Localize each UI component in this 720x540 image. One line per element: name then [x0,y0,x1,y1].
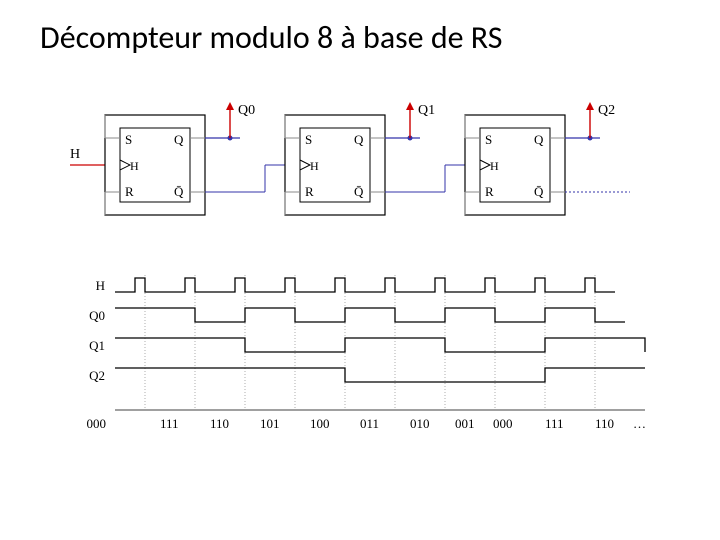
waveform-q1 [115,338,645,352]
svg-text:001: 001 [455,416,475,431]
svg-text:100: 100 [310,416,330,431]
svg-text:Q: Q [354,132,364,147]
input-label: H [70,147,80,162]
svg-text:H: H [130,159,139,173]
svg-text:Q: Q [174,132,184,147]
svg-text:110: 110 [595,416,614,431]
clock-edge-icon [300,160,310,170]
svg-text:Q̄: Q̄ [174,184,184,199]
waveform-h [115,278,615,292]
svg-text:Q̄: Q̄ [354,184,364,199]
svg-text:010: 010 [410,416,430,431]
signal-label-q0: Q0 [89,308,105,323]
svg-text:000: 000 [493,416,513,431]
svg-text:110: 110 [210,416,229,431]
svg-text:H: H [490,159,499,173]
svg-text:111: 111 [160,416,179,431]
svg-text:R: R [485,184,494,199]
svg-text:011: 011 [360,416,379,431]
output-q2: Q2 [598,103,615,118]
svg-text:R: R [305,184,314,199]
svg-text:101: 101 [260,416,280,431]
svg-text:H: H [310,159,319,173]
svg-text:S: S [125,132,132,147]
circuit-diagram: H S R Q Q̄ H Q0 S R Q Q̄ H [70,100,660,230]
signal-label-q2: Q2 [89,368,105,383]
waveform-q0 [115,308,625,322]
timing-diagram: H Q0 Q1 Q2 Q2Q1Q0 = 000 111 110 101 100 … [85,270,655,460]
waveform-q2 [115,368,645,382]
svg-text:Q̄: Q̄ [534,184,544,199]
flipflop-0: S R Q Q̄ H [105,115,205,215]
output-q1: Q1 [418,103,435,118]
svg-text:S: S [485,132,492,147]
flipflop-1: S R Q Q̄ H [285,115,385,215]
signal-label-h: H [96,278,105,293]
page-title: Décompteur modulo 8 à base de RS [40,18,502,57]
clock-edge-icon [120,160,130,170]
signal-label-q1: Q1 [89,338,105,353]
svg-text:S: S [305,132,312,147]
svg-text:111: 111 [545,416,564,431]
output-q0: Q0 [238,103,255,118]
clock-edge-icon [480,160,490,170]
sequence-label: Q2Q1Q0 = 000 [85,416,106,431]
flipflop-2: S R Q Q̄ H [465,115,565,215]
svg-text:R: R [125,184,134,199]
svg-text:Q: Q [534,132,544,147]
svg-text:…: … [633,416,646,431]
